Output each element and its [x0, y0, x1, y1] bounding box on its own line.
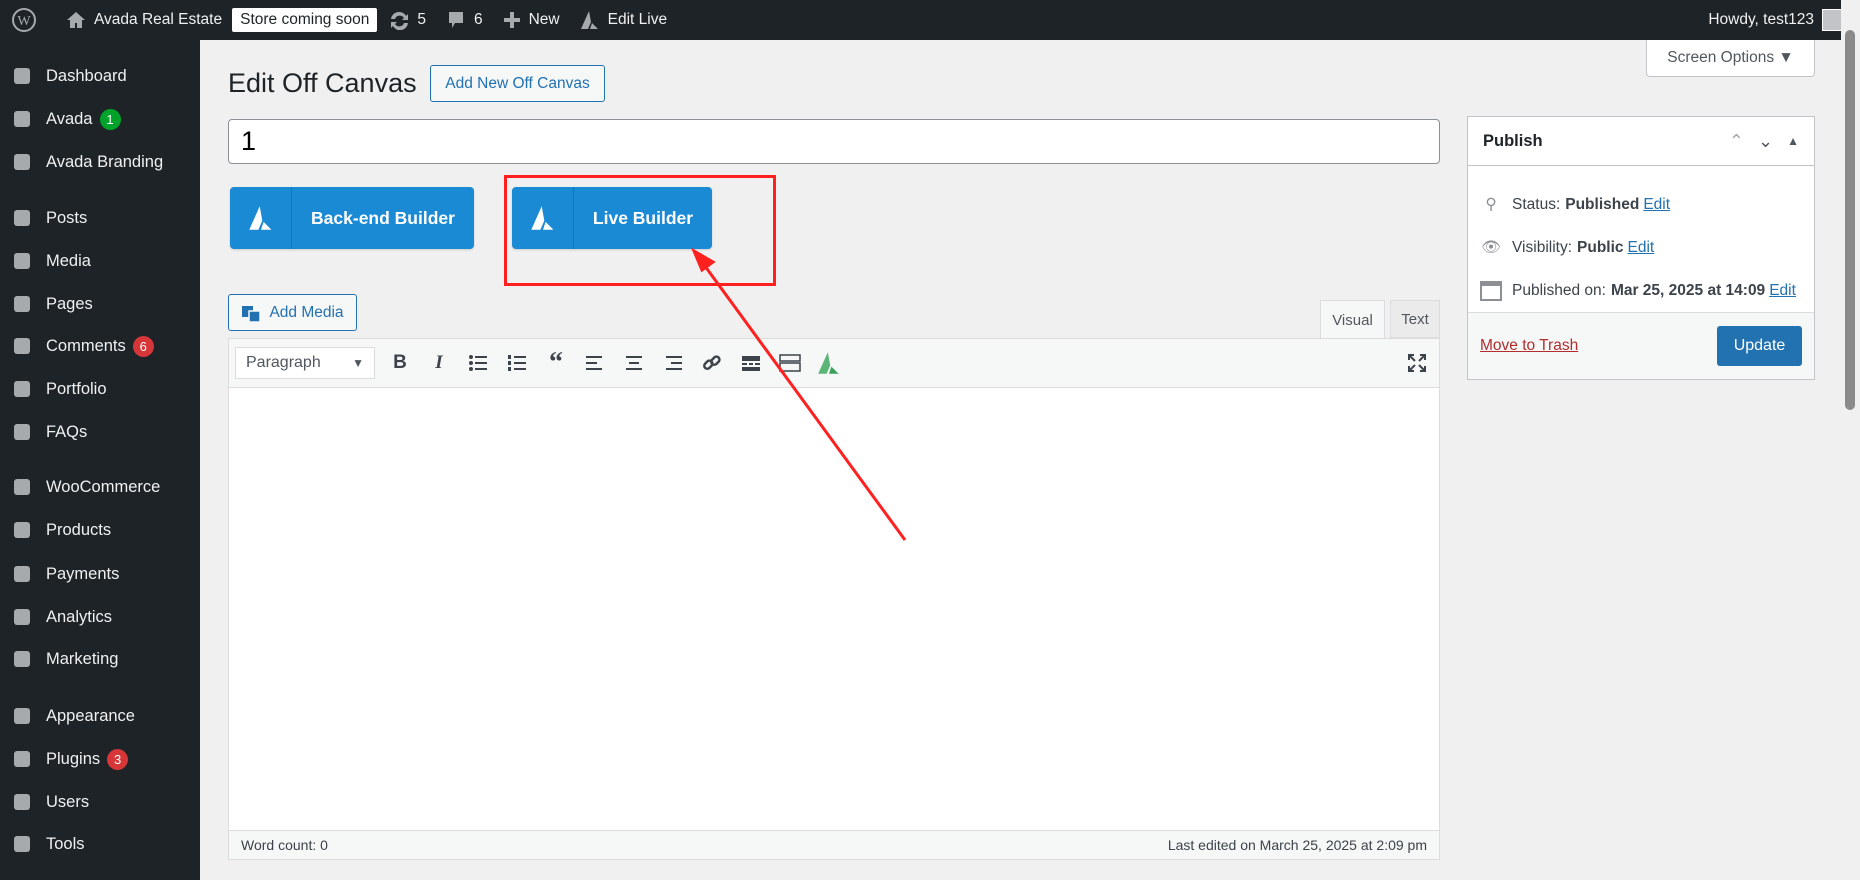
- annotation-arrow: [690, 247, 907, 541]
